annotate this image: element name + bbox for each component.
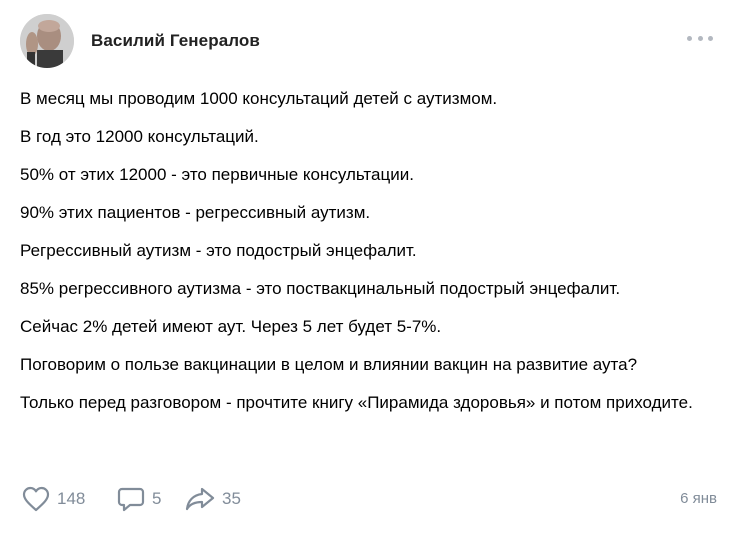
post-footer: 148 5 35 6 янв xyxy=(22,484,717,514)
dot xyxy=(697,35,703,41)
post-paragraph: Сейчас 2% детей имеют аут. Через 5 лет б… xyxy=(20,317,442,336)
post-paragraph: 85% регрессивного аутизма - это поствакц… xyxy=(20,279,621,298)
person-photo-icon xyxy=(20,14,74,68)
post-text: В месяц мы проводим 1000 консультаций де… xyxy=(20,87,710,429)
like-button[interactable]: 148 xyxy=(22,484,85,514)
comment-count: 5 xyxy=(152,489,162,508)
post-paragraph: В год это 12000 консультаций. xyxy=(20,127,259,146)
dot xyxy=(708,35,713,41)
post-paragraph: 90% этих пациентов - регрессивный аутизм… xyxy=(20,203,371,222)
author-name[interactable]: Василий Генералов xyxy=(91,31,260,51)
post-header: Василий Генералов xyxy=(20,12,260,70)
heart-icon xyxy=(22,486,50,512)
comment-icon xyxy=(117,487,145,512)
post-paragraph: Только перед разговором - прочтите книгу… xyxy=(20,393,693,412)
post-paragraph: Регрессивный аутизм - это подострый энце… xyxy=(20,241,417,260)
post-paragraph: 50% от этих 12000 - это первичные консул… xyxy=(20,165,414,184)
author-avatar[interactable] xyxy=(20,14,74,68)
share-icon xyxy=(185,487,215,511)
like-count: 148 xyxy=(57,489,86,508)
comment-button[interactable]: 5 xyxy=(117,484,161,514)
dot xyxy=(687,35,692,41)
post-date[interactable]: 6 янв xyxy=(680,490,717,507)
share-button[interactable]: 35 xyxy=(185,484,241,514)
post-card: Василий Генералов В месяц мы проводим 10… xyxy=(0,0,745,538)
post-paragraph: Поговорим о пользе вакцинации в целом и … xyxy=(20,355,638,374)
share-count: 35 xyxy=(222,489,241,508)
more-options-icon[interactable] xyxy=(687,32,713,44)
post-paragraph: В месяц мы проводим 1000 консультаций де… xyxy=(20,89,498,108)
